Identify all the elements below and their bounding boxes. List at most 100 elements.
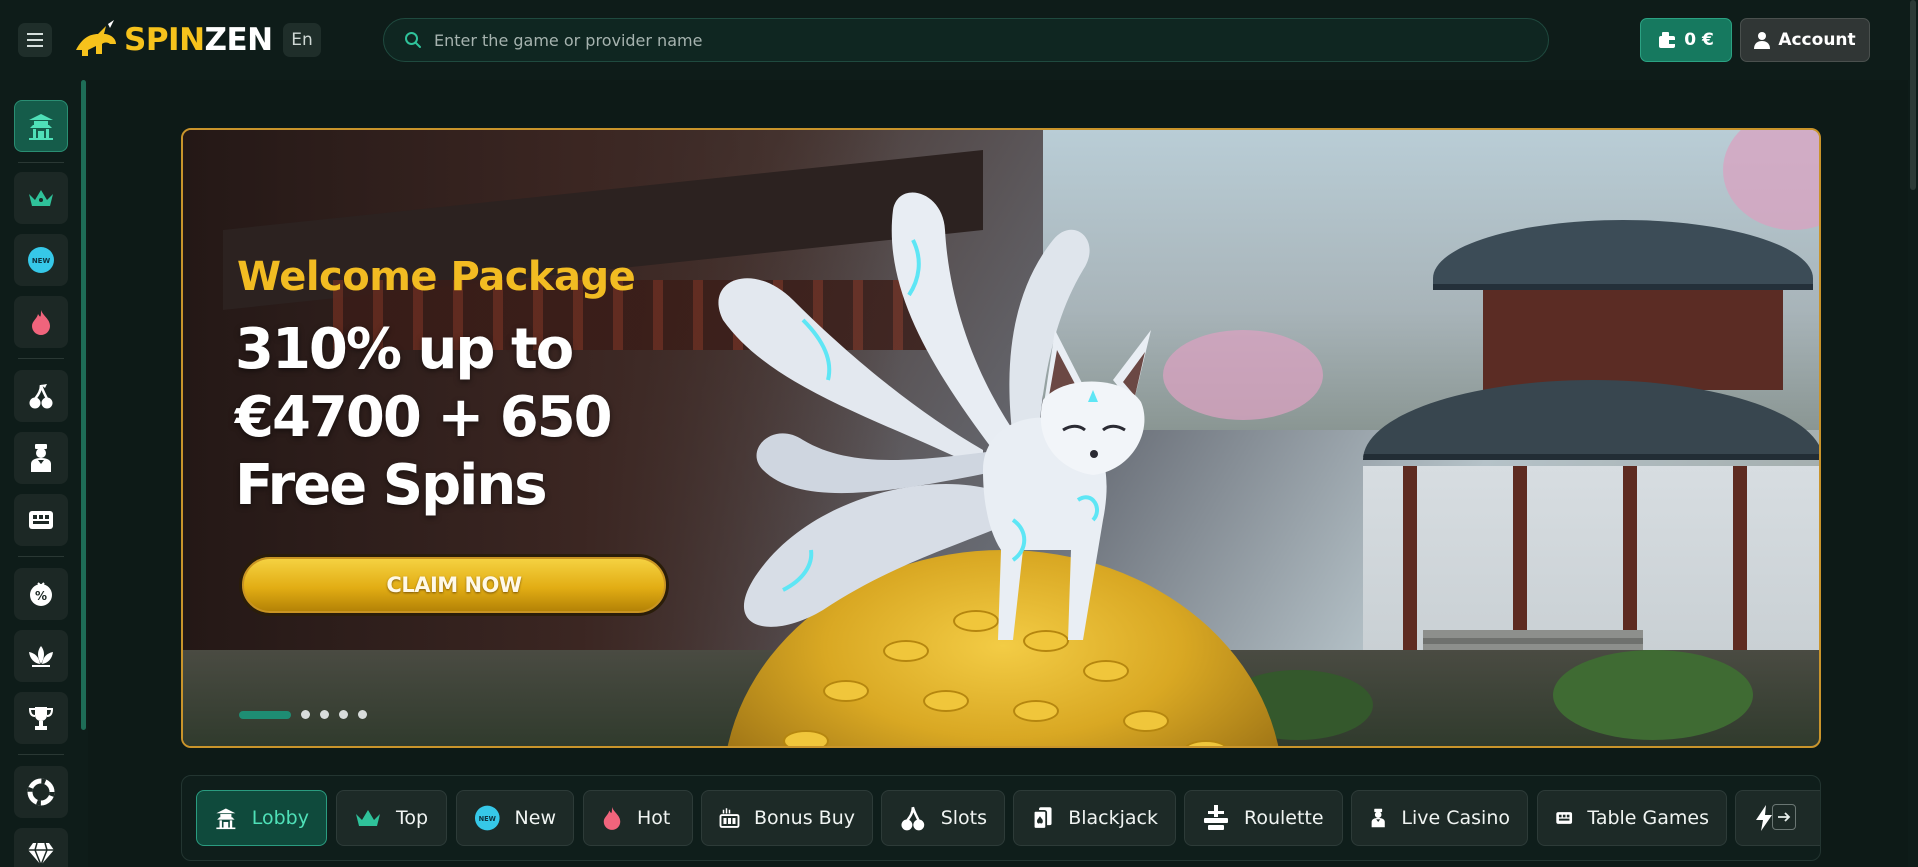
sidebar-item-lobby[interactable] [14,100,68,152]
tab-blackjack[interactable]: Blackjack [1013,790,1176,846]
page-scrollbar[interactable] [1908,0,1918,867]
tab-table-games[interactable]: Table Games [1537,790,1727,846]
wallet-button[interactable]: 0 € [1640,18,1732,62]
bonus-buy-icon [719,808,740,828]
lifebuoy-icon [27,778,55,806]
crown-icon [29,190,53,206]
tab-label: Roulette [1244,807,1324,829]
carousel-dot-5[interactable] [358,710,367,719]
new-badge-icon: NEW [474,805,500,831]
diamond-icon [28,842,54,867]
account-button[interactable]: Account [1740,18,1870,62]
sidebar-item-slots[interactable] [14,370,68,422]
language-selector[interactable]: En [283,23,321,57]
logo-zen-text: ZEN [204,22,274,58]
cherries-icon [901,806,925,831]
hero-banner[interactable]: Welcome Package 310% up to €4700 + 650 F… [181,128,1821,748]
sidebar-item-new[interactable]: NEW [14,234,68,286]
new-badge-icon: NEW [28,247,54,273]
unicorn-logo-icon [76,20,116,56]
tab-hot[interactable]: Hot [583,790,693,846]
category-tabs: Lobby Top NEW New Hot Bonus Buy Slots Bl… [181,775,1821,861]
tab-lobby[interactable]: Lobby [196,790,327,846]
banner-offer-line-1: 310% up to [235,317,574,382]
carousel-dot-1[interactable] [239,710,291,719]
tab-slots[interactable]: Slots [881,790,1005,846]
tab-roulette[interactable]: Roulette [1184,790,1343,846]
tab-label: Slots [940,807,987,829]
banner-offer-headline: 310% up to €4700 + 650 Free Spins [235,316,685,520]
svg-text:%: % [35,589,47,603]
table-icon [1556,812,1573,824]
wallet-icon [1659,32,1676,48]
sidebar-item-support[interactable] [14,766,68,818]
gold-coin [923,690,969,712]
search-input[interactable] [434,30,1484,50]
pagoda-icon [29,114,53,140]
banner-offer-line-3: Free Spins [235,453,548,518]
dealer-icon [31,444,51,472]
sidebar: NEW % [0,80,88,867]
nine-tailed-fox-illustration [718,192,1151,640]
page-scrollbar-thumb[interactable] [1910,0,1916,190]
hamburger-menu-icon[interactable] [18,23,52,57]
banner-welcome-title: Welcome Package [237,254,636,300]
lotus-icon [29,646,53,667]
banner-offer-line-2: €4700 + 650 [235,385,613,450]
user-icon [1754,32,1771,49]
tab-label: Blackjack [1068,807,1158,829]
sidebar-item-vip[interactable] [14,828,68,867]
tab-live-casino[interactable]: Live Casino [1351,790,1528,846]
sidebar-item-live-casino[interactable] [14,432,68,484]
sidebar-item-zen[interactable] [14,630,68,682]
top-header: SPINZEN En 0 € Account [0,0,1918,80]
trophy-icon [28,707,54,730]
carousel-dot-4[interactable] [339,710,348,719]
svg-text:NEW: NEW [479,815,497,823]
temple-pillar [1733,466,1747,666]
search-bar[interactable] [383,18,1549,62]
tab-new[interactable]: NEW New [456,790,574,846]
arrow-right-icon[interactable] [1772,804,1796,830]
sidebar-divider [18,556,64,557]
gold-coin [1183,740,1229,746]
sidebar-item-top[interactable] [14,172,68,224]
logo-spin-text: SPIN [124,22,205,58]
cards-icon [1032,807,1052,830]
sidebar-item-table-games[interactable] [14,494,68,546]
temple-pillar [1403,466,1417,666]
shrub [1553,650,1753,740]
gold-coin [783,730,829,746]
carousel-pagination [239,710,367,719]
spinzen-logo[interactable]: SPINZEN [72,20,273,60]
search-icon [405,32,421,48]
logo-text: SPINZEN [124,22,273,58]
tab-label: Lobby [251,807,309,829]
table-icon [29,511,53,529]
sidebar-scrollbar[interactable] [81,80,86,730]
sidebar-item-hot[interactable] [14,296,68,348]
gold-coin [1123,710,1169,732]
temple-right-upper-roof [1433,220,1813,290]
tab-label: Bonus Buy [753,807,855,829]
pagoda-icon [216,808,236,830]
tab-label: New [514,807,556,829]
claim-now-button[interactable]: CLAIM NOW [239,554,669,616]
tab-bonus-buy[interactable]: Bonus Buy [701,790,873,846]
tab-top[interactable]: Top [336,790,447,846]
sidebar-item-promotions[interactable]: % [14,568,68,620]
tab-label: Live Casino [1401,807,1510,829]
temple-right-upper-floor [1483,290,1783,390]
sidebar-divider [18,754,64,755]
sidebar-divider [18,162,64,163]
dealer-icon [1371,808,1385,828]
svg-text:NEW: NEW [32,257,51,265]
carousel-dot-3[interactable] [320,710,329,719]
carousel-dot-2[interactable] [301,710,310,719]
temple-right-lower-roof [1363,380,1819,460]
flame-icon [32,310,50,335]
tab-label: Top [396,807,429,829]
flame-icon [603,807,621,830]
account-label: Account [1778,30,1856,50]
sidebar-item-tournaments[interactable] [14,692,68,744]
